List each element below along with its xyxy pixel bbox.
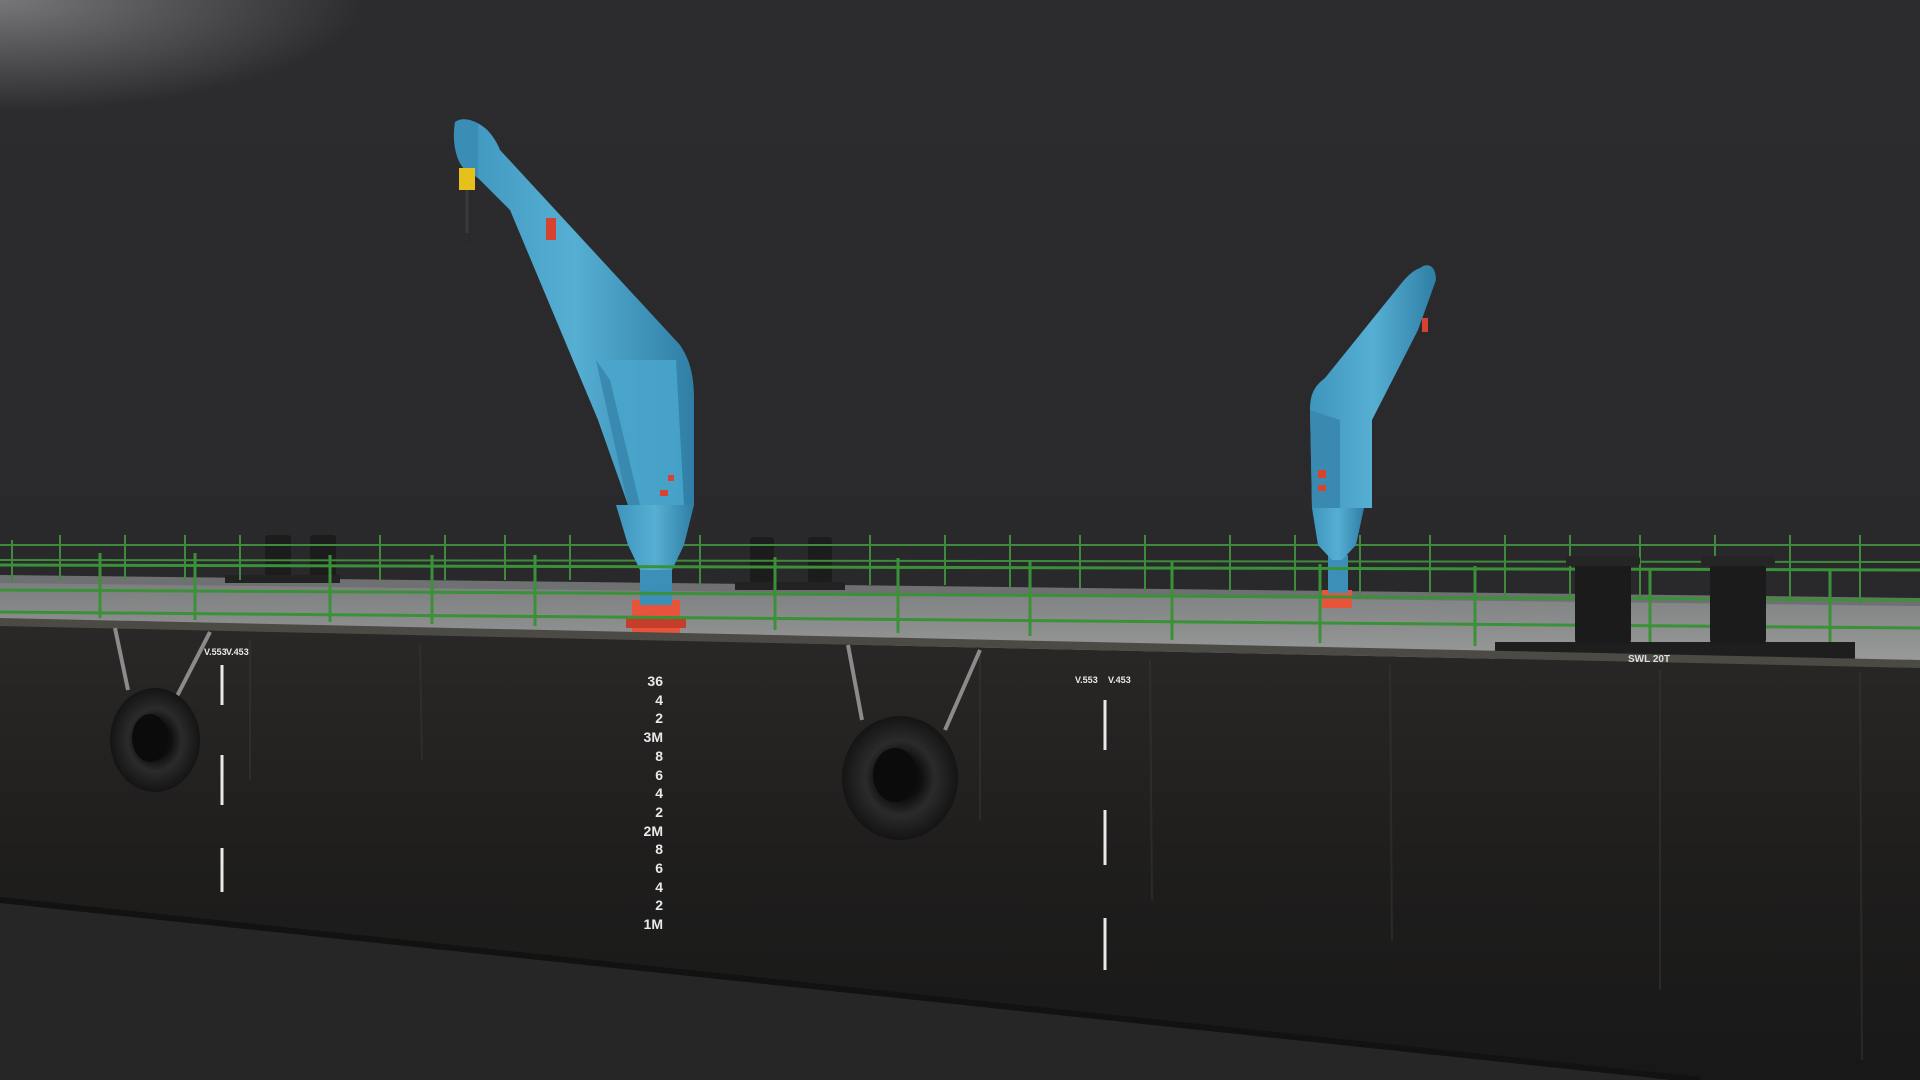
scene: V.553 V.453 V.553 V.453 36 4 2 3M 8 6 4 … <box>0 0 1920 1080</box>
draft-mark: 2M <box>643 822 663 839</box>
draft-mark: 36 <box>647 673 663 689</box>
draft-mark: 2 <box>655 897 663 914</box>
mark-left-v2: V.453 <box>226 647 249 657</box>
draft-mark: 4 <box>655 878 663 895</box>
draft-mark: 4 <box>655 691 663 708</box>
crane-left <box>453 119 694 636</box>
draft-mark: 6 <box>655 766 663 783</box>
draft-mark: 1M <box>643 916 663 933</box>
mark-center-v2: V.453 <box>1108 675 1131 685</box>
draft-mark: 6 <box>655 860 663 877</box>
mark-left-v1: V.553 <box>204 647 227 657</box>
draft-mark: 3M <box>643 729 663 746</box>
crane-right <box>1310 265 1436 608</box>
barge-illustration <box>0 119 1920 1080</box>
draft-mark: 2 <box>655 803 663 820</box>
draft-mark: 8 <box>655 841 663 858</box>
draft-mark: 4 <box>655 785 663 802</box>
bollard-swl-label: SWL 20T <box>1628 654 1671 665</box>
draft-mark: 8 <box>655 747 663 764</box>
draft-scale: 36 4 2 3M 8 6 4 2 2M 8 6 4 2 1M <box>633 672 663 934</box>
mark-center-v1: V.553 <box>1075 675 1098 685</box>
draft-mark: 2 <box>655 710 663 727</box>
